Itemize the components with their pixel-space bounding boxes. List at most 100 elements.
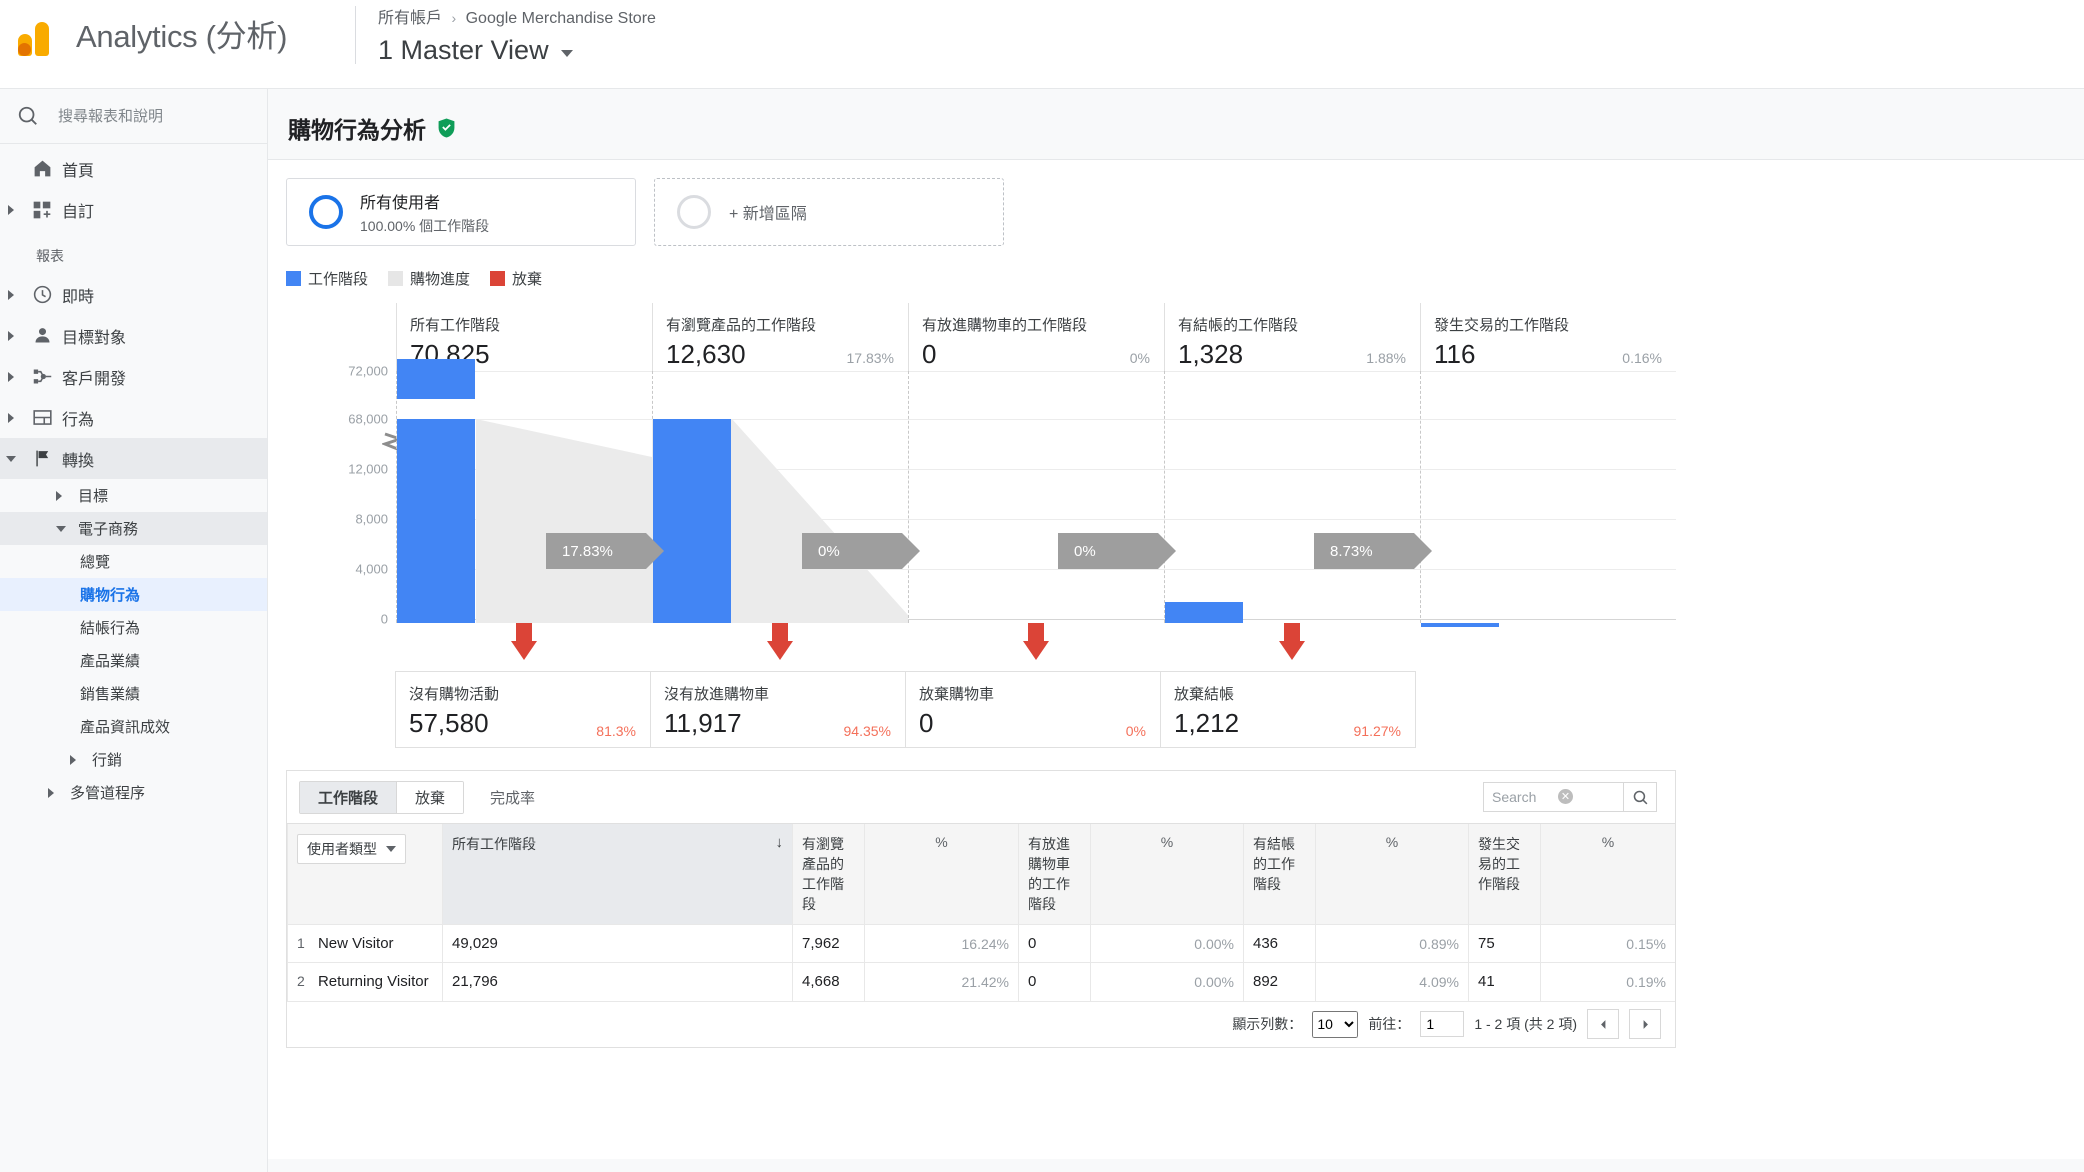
column-header-percent[interactable]: %	[1540, 823, 1675, 925]
column-header-product-views[interactable]: 有瀏覽產品的工作階段	[792, 823, 865, 925]
sidebar-item-customization[interactable]: 自訂	[0, 189, 267, 230]
sidebar-item-realtime[interactable]: 即時	[0, 274, 267, 315]
sidebar-item-acquisition[interactable]: 客戶開發	[0, 356, 267, 397]
sidebar-item-product-performance[interactable]: 產品業績	[0, 644, 267, 677]
funnel-stage-header[interactable]: 有結帳的工作階段 1,328 1.88%	[1164, 303, 1420, 371]
sidebar-item-sales-performance[interactable]: 銷售業績	[0, 677, 267, 710]
column-header-percent[interactable]: %	[864, 823, 1019, 925]
completion-rate-link[interactable]: 完成率	[490, 787, 535, 808]
abandonment-box[interactable]: 放棄購物車 0 0%	[905, 671, 1161, 748]
funnel-stage-header[interactable]: 有瀏覽產品的工作階段 12,630 17.83%	[652, 303, 908, 371]
sidebar-item-conversions[interactable]: 轉換	[0, 438, 267, 479]
expand-arrow-icon[interactable]	[0, 204, 22, 215]
cell-product-views: 4,668	[792, 962, 865, 1001]
row-dimension-value[interactable]: Returning Visitor	[318, 973, 429, 990]
bar-all-sessions-top[interactable]	[397, 359, 475, 399]
sidebar-item-marketing[interactable]: 行銷	[0, 743, 267, 776]
sidebar-item-home[interactable]: 首頁	[0, 148, 267, 189]
table-header-row: 使用者類型 所有工作階段 ↓ 有瀏覽產品的工作階段 % 有放進購物車的工作階段	[287, 823, 1675, 925]
abandonment-box[interactable]: 放棄結帳 1,212 91.27%	[1160, 671, 1416, 748]
sidebar-sub-label: 電子商務	[78, 521, 139, 538]
dimension-selector[interactable]: 使用者類型	[297, 834, 406, 864]
search-input[interactable]	[56, 106, 236, 126]
funnel-stage-header[interactable]: 發生交易的工作階段 116 0.16%	[1420, 303, 1676, 371]
column-header-percent[interactable]: %	[1090, 823, 1244, 925]
table-search-input[interactable]	[1483, 782, 1623, 812]
breadcrumb-property[interactable]: Google Merchandise Store	[466, 10, 656, 27]
bar-checkout[interactable]	[1165, 602, 1243, 623]
table-row[interactable]: 1 New Visitor 49,029 7,962 16.24% 0 0.00…	[287, 924, 1675, 963]
column-header-percent[interactable]: %	[1315, 823, 1469, 925]
sidebar-sub-label: 總覽	[80, 554, 111, 571]
row-index: 1	[297, 935, 305, 951]
collapse-arrow-icon[interactable]	[0, 455, 22, 462]
view-selector[interactable]: 1 Master View	[378, 35, 656, 66]
expand-arrow-icon[interactable]	[0, 371, 22, 382]
sort-descending-icon: ↓	[775, 834, 784, 851]
sidebar-item-product-list-performance[interactable]: 產品資訊成效	[0, 710, 267, 743]
abandonment-box[interactable]: 沒有購物活動 57,580 81.3%	[395, 671, 651, 748]
sidebar-item-label: 目標對象	[62, 329, 127, 347]
transition-percent-badge: 0%	[802, 533, 920, 569]
breadcrumb: 所有帳戶 › Google Merchandise Store	[378, 4, 656, 28]
behavior-icon	[22, 407, 62, 428]
transition-percent-badge: 8.73%	[1314, 533, 1432, 569]
sidebar-item-overview[interactable]: 總覽	[0, 545, 267, 578]
progress-shade	[732, 419, 908, 623]
tab-sessions[interactable]: 工作階段	[300, 781, 397, 813]
sidebar-search-row[interactable]	[0, 89, 267, 144]
column-header-add-to-cart[interactable]: 有放進購物車的工作階段	[1018, 823, 1091, 925]
previous-page-button[interactable]	[1587, 1009, 1619, 1039]
column-header-all-sessions[interactable]: 所有工作階段 ↓	[442, 823, 793, 925]
stage-percent: 17.83%	[846, 350, 894, 366]
table-search-button[interactable]	[1623, 782, 1657, 812]
clear-search-icon[interactable]: ✕	[1558, 789, 1573, 804]
transition-percent-badge: 17.83%	[546, 533, 664, 569]
next-page-button[interactable]	[1629, 1009, 1661, 1039]
expand-arrow-icon[interactable]	[48, 787, 70, 798]
cell-checkout: 892	[1243, 962, 1316, 1001]
abandonment-percent: 91.27%	[1353, 723, 1401, 739]
sidebar-item-ecommerce[interactable]: 電子商務	[0, 512, 267, 545]
collapse-arrow-icon[interactable]	[56, 525, 78, 532]
transition-percent: 17.83%	[562, 542, 613, 560]
bar-all-sessions[interactable]	[397, 419, 475, 623]
table-row[interactable]: 2 Returning Visitor 21,796 4,668 21.42% …	[287, 962, 1675, 1001]
column-header-checkout[interactable]: 有結帳的工作階段	[1243, 823, 1316, 925]
tab-abandonment[interactable]: 放棄	[396, 781, 464, 813]
report-content: 所有使用者 100.00% 個工作階段 + 新增區隔 工作階段 購物進度 放棄 …	[268, 159, 2084, 1159]
add-segment-button[interactable]: + 新增區隔	[654, 178, 1004, 246]
sidebar-item-audience[interactable]: 目標對象	[0, 315, 267, 356]
home-icon	[22, 158, 62, 179]
segment-name: 所有使用者	[360, 194, 441, 212]
breadcrumb-root[interactable]: 所有帳戶	[378, 10, 442, 27]
sidebar-item-goals[interactable]: 目標	[0, 479, 267, 512]
funnel-stage-header[interactable]: 有放進購物車的工作階段 0 0%	[908, 303, 1164, 371]
expand-arrow-icon[interactable]	[0, 412, 22, 423]
expand-arrow-icon[interactable]	[0, 330, 22, 341]
expand-arrow-icon[interactable]	[70, 754, 92, 765]
brand-block[interactable]: Analytics (分析)	[0, 0, 355, 56]
stage-value: 0	[922, 339, 937, 369]
sidebar-item-multi-channel-funnels[interactable]: 多管道程序	[0, 776, 267, 809]
rows-per-page-select[interactable]: 10 25 50 100	[1312, 1010, 1359, 1038]
bar-product-views[interactable]	[653, 419, 731, 623]
sidebar-section-label: 報表	[36, 248, 64, 264]
cell-all-sessions: 21,796	[442, 962, 793, 1001]
column-label: %	[935, 834, 948, 850]
funnel-stage-headers: 所有工作階段 70,825 有瀏覽產品的工作階段 12,630 17.83% 有…	[396, 303, 1676, 371]
y-axis-tick: 72,000	[348, 363, 388, 379]
sidebar-item-checkout-behavior[interactable]: 結帳行為	[0, 611, 267, 644]
cell-checkout: 436	[1243, 924, 1316, 963]
abandonment-box[interactable]: 沒有放進購物車 11,917 94.35%	[650, 671, 906, 748]
expand-arrow-icon[interactable]	[56, 490, 78, 501]
dimension-header: 使用者類型	[287, 823, 443, 925]
sidebar-item-behavior[interactable]: 行為	[0, 397, 267, 438]
sidebar-item-shopping-behavior[interactable]: 購物行為	[0, 578, 267, 611]
row-dimension-value[interactable]: New Visitor	[318, 935, 394, 952]
cell-add-to-cart: 0	[1018, 924, 1091, 963]
segment-all-users[interactable]: 所有使用者 100.00% 個工作階段	[286, 178, 636, 246]
expand-arrow-icon[interactable]	[0, 289, 22, 300]
column-header-transactions[interactable]: 發生交易的工作階段	[1468, 823, 1541, 925]
goto-page-input[interactable]	[1420, 1011, 1465, 1037]
